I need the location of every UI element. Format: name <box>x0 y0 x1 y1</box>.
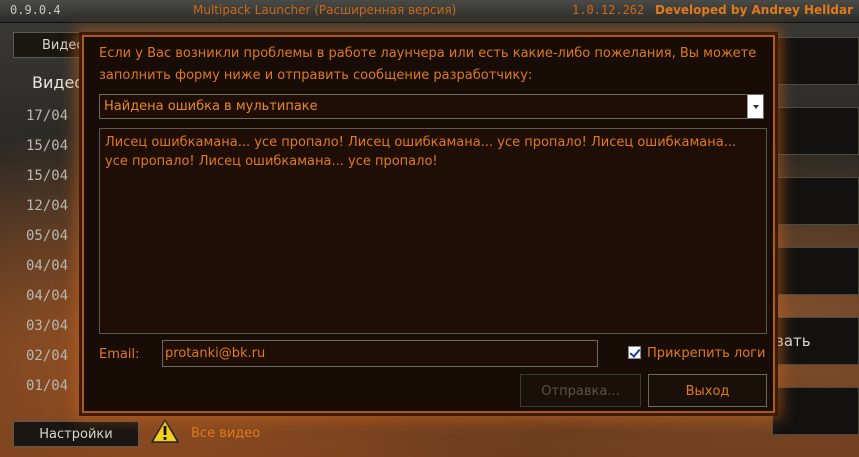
warning-icon <box>151 418 179 443</box>
developer-label: Developed by Andrey Helldar <box>655 3 853 17</box>
side-button-4[interactable] <box>772 247 859 295</box>
email-field[interactable] <box>162 340 598 367</box>
side-button-1[interactable] <box>772 37 859 85</box>
attach-logs-label[interactable]: Прикрепить логи <box>647 346 765 361</box>
send-button[interactable]: Отправка... <box>520 374 641 407</box>
all-videos-link[interactable]: Все видео <box>191 426 260 441</box>
chevron-down-icon[interactable] <box>747 95 763 118</box>
side-button-5[interactable]: вать <box>772 317 859 365</box>
side-button-2[interactable] <box>772 107 859 155</box>
video-date-list: 17/04 15/04 15/04 12/04 05/04 04/04 04/0… <box>26 108 87 408</box>
exit-button[interactable]: Выход <box>648 374 767 407</box>
side-button-6[interactable] <box>772 387 859 435</box>
window-title: Multipack Launcher (Расширенная версия) <box>193 3 457 17</box>
build-label: 1.0.12.262 <box>572 3 645 17</box>
side-button-label: вать <box>775 332 811 350</box>
category-select-value: Найдена ошибка в мультипаке <box>104 99 318 114</box>
video-section-heading: Видео <box>32 73 85 92</box>
list-item[interactable]: 01/04 <box>26 378 87 408</box>
side-button-3[interactable] <box>772 177 859 225</box>
list-item[interactable]: 15/04 <box>26 138 87 168</box>
feedback-dialog: Если у Вас возникли проблемы в работе ла… <box>82 35 775 413</box>
list-item[interactable]: 05/04 <box>26 228 87 258</box>
list-item[interactable]: 17/04 <box>26 108 87 138</box>
list-item[interactable]: 03/04 <box>26 318 87 348</box>
dialog-intro-text: Если у Вас возникли проблемы в работе ла… <box>99 46 757 83</box>
list-item[interactable]: 12/04 <box>26 198 87 228</box>
version-label: 0.9.0.4 <box>10 3 61 17</box>
list-item[interactable]: 04/04 <box>26 288 87 318</box>
settings-button[interactable]: Настройки <box>13 421 139 447</box>
title-bar: 0.9.0.4 Multipack Launcher (Расширенная … <box>0 0 859 23</box>
list-item[interactable]: 15/04 <box>26 168 87 198</box>
email-label: Email: <box>99 347 140 362</box>
attach-logs-checkbox[interactable] <box>628 346 641 359</box>
tab-video[interactable]: Видео <box>13 32 84 58</box>
message-textarea[interactable]: Лисец ошибкамана... усе пропало! Лисец о… <box>99 128 767 334</box>
list-item[interactable]: 02/04 <box>26 348 87 378</box>
category-select[interactable]: Найдена ошибка в мультипаке <box>99 94 764 119</box>
list-item[interactable]: 04/04 <box>26 258 87 288</box>
